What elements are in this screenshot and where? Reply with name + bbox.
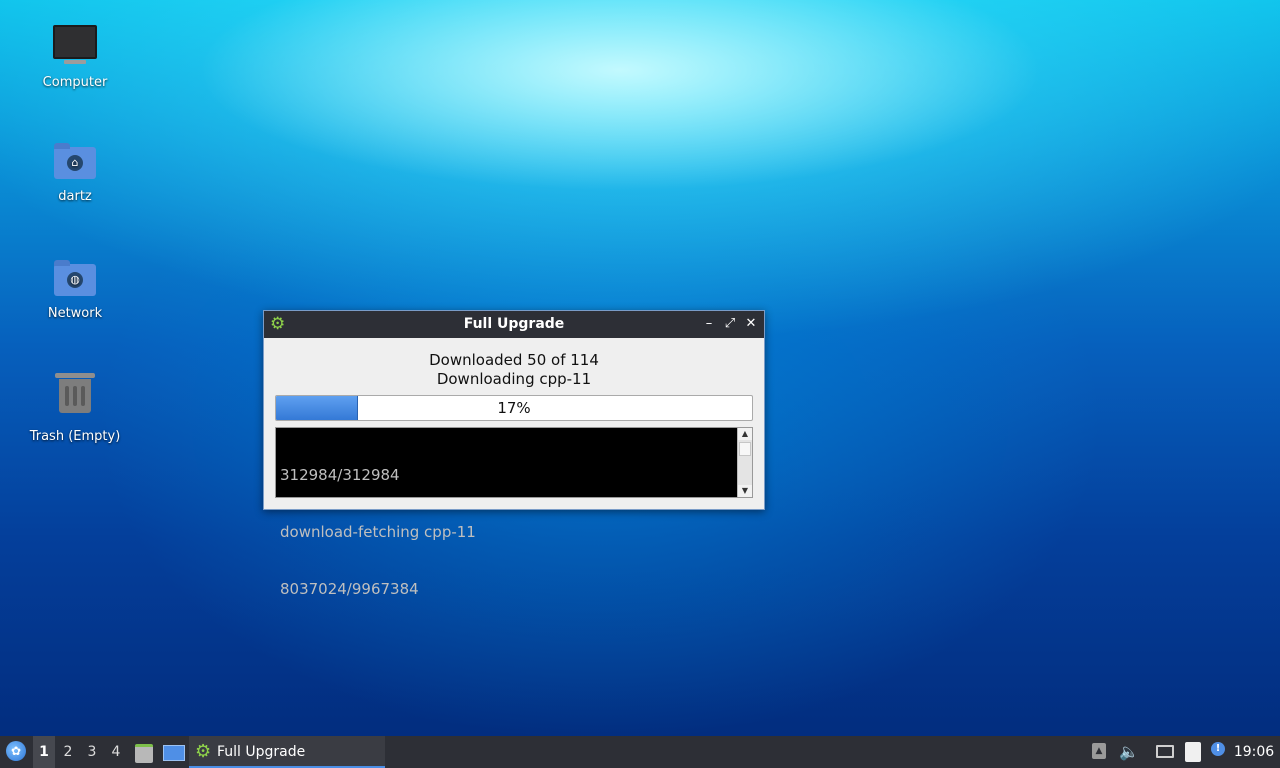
- download-count-text: Downloaded 50 of 114: [429, 351, 599, 369]
- workspace-3[interactable]: 3: [81, 736, 103, 768]
- volume-button[interactable]: 🔈: [1118, 736, 1140, 768]
- workspace-2[interactable]: 2: [57, 736, 79, 768]
- file-manager-icon: [135, 744, 153, 763]
- lxqt-menu-icon: ✿: [6, 741, 26, 761]
- desktop-icon-label: Computer: [42, 75, 108, 90]
- clipboard-tray-button[interactable]: [1182, 736, 1204, 768]
- update-notifier-icon: !: [1211, 742, 1225, 756]
- window-titlebar[interactable]: ⚙ Full Upgrade – ⤢ ✕: [264, 311, 764, 338]
- log-line: 312984/312984: [280, 466, 400, 484]
- task-button-full-upgrade[interactable]: ⚙ Full Upgrade: [189, 736, 385, 768]
- desktop-icon-label: dartz: [58, 189, 92, 204]
- home-folder-icon: ⌂: [53, 139, 97, 183]
- update-notifier-button[interactable]: !: [1208, 736, 1230, 768]
- desktop-icon-network[interactable]: ◍ Network: [20, 256, 130, 321]
- taskbar: ✿ 1 2 3 4 ⚙ Full Upgrade ▲ 🔈 ! 19:06: [0, 736, 1280, 768]
- scroll-up-icon[interactable]: ▲: [738, 428, 752, 440]
- minimize-icon: –: [705, 316, 713, 331]
- network-icon: [1156, 745, 1174, 758]
- log-lines: 312984/312984 download-fetching cpp-11 8…: [280, 428, 734, 637]
- maximize-icon: ⤢: [724, 316, 736, 331]
- log-scrollbar[interactable]: ▲ ▼: [737, 428, 752, 497]
- desktop-icon-label: Network: [47, 306, 103, 321]
- log-line: 8037024/9967384: [280, 580, 419, 598]
- desktop-icon-home[interactable]: ⌂ dartz: [20, 139, 130, 204]
- scroll-down-icon[interactable]: ▼: [738, 485, 752, 497]
- window-title: Full Upgrade: [463, 316, 565, 332]
- progress-bar: 17%: [275, 395, 753, 421]
- tray-expand-button[interactable]: ▲: [1092, 736, 1108, 768]
- clipboard-icon: [1185, 742, 1201, 762]
- start-menu-button[interactable]: ✿: [4, 736, 28, 768]
- gear-icon: ⚙: [195, 741, 212, 762]
- progress-label: 17%: [497, 399, 531, 417]
- trash-icon: [53, 373, 97, 423]
- task-label: Full Upgrade: [217, 744, 306, 760]
- close-icon: ✕: [745, 316, 757, 331]
- network-folder-icon: ◍: [53, 256, 97, 300]
- workspace-1[interactable]: 1: [33, 736, 55, 768]
- show-desktop-icon: [163, 745, 185, 761]
- desktop-icon-computer[interactable]: Computer: [20, 22, 130, 90]
- scroll-thumb[interactable]: [739, 442, 751, 456]
- log-output[interactable]: 312984/312984 download-fetching cpp-11 8…: [275, 427, 753, 598]
- volume-icon: 🔈: [1119, 742, 1139, 761]
- clock[interactable]: 19:06: [1232, 736, 1276, 768]
- close-button[interactable]: ✕: [742, 315, 760, 333]
- desktop-icon-trash[interactable]: Trash (Empty): [20, 373, 130, 444]
- tray-expand-icon: ▲: [1092, 743, 1106, 759]
- file-manager-launcher[interactable]: [132, 736, 156, 768]
- maximize-button[interactable]: ⤢: [721, 315, 739, 333]
- workspace-4[interactable]: 4: [105, 736, 127, 768]
- minimize-button[interactable]: –: [700, 315, 718, 333]
- full-upgrade-window: ⚙ Full Upgrade – ⤢ ✕ Downloaded 50 of 11…: [263, 310, 765, 598]
- computer-icon: [53, 25, 97, 69]
- log-line: download-fetching cpp-11: [280, 523, 476, 541]
- show-desktop-button[interactable]: [160, 736, 186, 768]
- network-tray-button[interactable]: [1154, 736, 1176, 768]
- desktop-icon-label: Trash (Empty): [29, 429, 121, 444]
- current-package-text: Downloading cpp-11: [436, 370, 592, 388]
